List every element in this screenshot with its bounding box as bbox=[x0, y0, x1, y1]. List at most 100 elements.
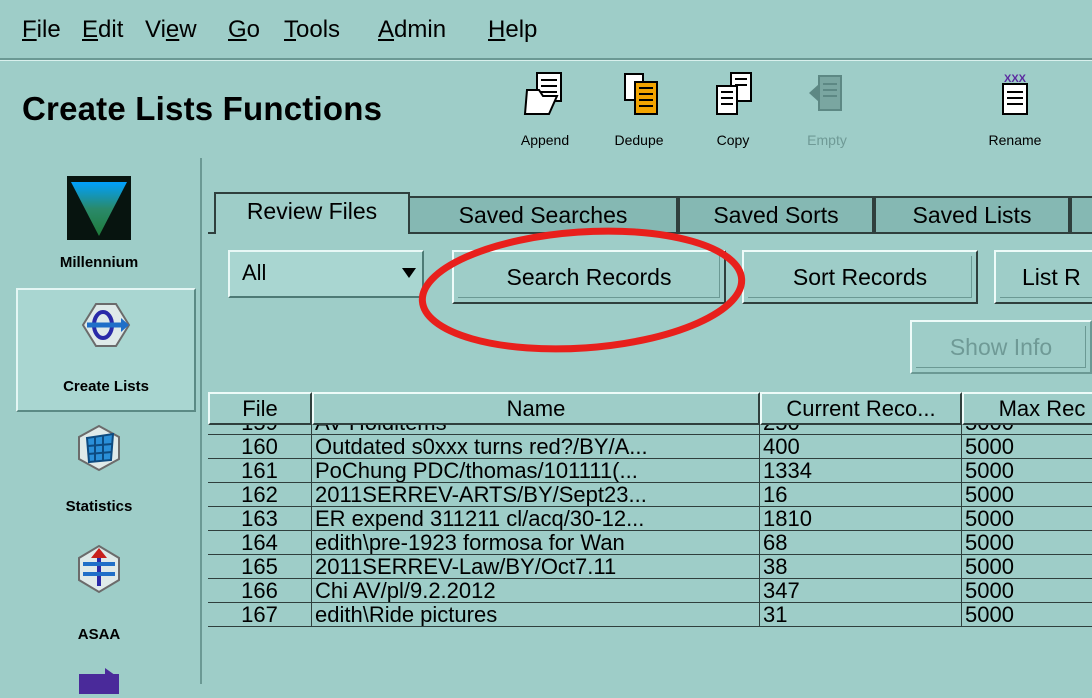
menu-tools[interactable]: Tools bbox=[284, 16, 340, 44]
dedupe-label: Dedupe bbox=[614, 132, 664, 148]
sidebar-item-millennium[interactable]: Millennium bbox=[0, 158, 198, 288]
table-row[interactable]: 159 AV Holditems 250 5000 bbox=[208, 425, 1092, 435]
name-cell: edith\Ride pictures bbox=[312, 603, 760, 627]
append-icon bbox=[523, 72, 562, 115]
name-cell: AV Holditems bbox=[312, 425, 760, 435]
sidebar-item-create-lists[interactable]: Create Lists bbox=[16, 288, 196, 412]
file-number-cell: 167 bbox=[208, 603, 312, 627]
column-header-name[interactable]: Name bbox=[312, 392, 760, 425]
table-row[interactable]: 167 edith\Ride pictures 31 5000 bbox=[208, 603, 1092, 627]
current-records-cell: 68 bbox=[760, 531, 962, 555]
name-cell: 2011SERREV-Law/BY/Oct7.11 bbox=[312, 555, 760, 579]
file-number-cell: 166 bbox=[208, 579, 312, 603]
current-records-cell: 250 bbox=[760, 425, 962, 435]
sort-records-button[interactable]: Sort Records bbox=[742, 250, 978, 304]
sidebar-label-create-lists: Create Lists bbox=[63, 378, 149, 395]
file-number-cell: 165 bbox=[208, 555, 312, 579]
rename-label: Rename bbox=[988, 132, 1042, 148]
table-row[interactable]: 161 PoChung PDC/thomas/101111(... 1334 5… bbox=[208, 459, 1092, 483]
current-records-cell: 31 bbox=[760, 603, 962, 627]
statistics-icon bbox=[78, 424, 120, 472]
name-cell: Outdated s0xxx turns red?/BY/A... bbox=[312, 435, 760, 459]
max-records-cell: 5000 bbox=[962, 555, 1092, 579]
table-row[interactable]: 162 2011SERREV-ARTS/BY/Sept23... 16 5000 bbox=[208, 483, 1092, 507]
name-cell: Chi AV/pl/9.2.2012 bbox=[312, 579, 760, 603]
max-records-cell: 5000 bbox=[962, 425, 1092, 435]
name-cell: PoChung PDC/thomas/101111(... bbox=[312, 459, 760, 483]
rename-button[interactable]: XXX Rename bbox=[970, 70, 1060, 156]
sidebar-label-statistics: Statistics bbox=[65, 498, 133, 515]
name-cell: edith\pre-1923 formosa for Wan bbox=[312, 531, 760, 555]
dedupe-icon bbox=[624, 73, 658, 115]
menu-edit[interactable]: Edit bbox=[82, 16, 123, 44]
svg-text:XXX: XXX bbox=[1004, 73, 1027, 85]
menu-bar: File Edit View Go Tools Admin Help bbox=[0, 0, 1092, 60]
empty-button: Empty bbox=[782, 70, 872, 156]
file-number-cell: 159 bbox=[208, 425, 312, 435]
rename-icon: XXX bbox=[1002, 73, 1028, 115]
menu-help[interactable]: Help bbox=[488, 16, 537, 44]
append-label: Append bbox=[520, 132, 570, 148]
current-records-cell: 16 bbox=[760, 483, 962, 507]
menu-view[interactable]: View bbox=[145, 16, 197, 44]
menu-separator bbox=[0, 58, 1092, 61]
file-number-cell: 160 bbox=[208, 435, 312, 459]
next-module-icon bbox=[79, 668, 119, 694]
empty-icon bbox=[809, 75, 842, 111]
name-cell: ER expend 311211 cl/acq/30-12... bbox=[312, 507, 760, 531]
sidebar-item-next[interactable] bbox=[0, 652, 198, 694]
menu-go[interactable]: Go bbox=[228, 16, 260, 44]
page-title: Create Lists Functions bbox=[22, 90, 383, 127]
file-filter-select[interactable]: All bbox=[228, 250, 424, 298]
millennium-logo-icon bbox=[67, 176, 131, 240]
table-row[interactable]: 163 ER expend 311211 cl/acq/30-12... 181… bbox=[208, 507, 1092, 531]
sidebar-item-statistics[interactable]: Statistics bbox=[0, 412, 198, 532]
column-header-max-records[interactable]: Max Rec bbox=[962, 392, 1092, 425]
file-number-cell: 164 bbox=[208, 531, 312, 555]
tab-review-files[interactable]: Review Files bbox=[214, 192, 410, 234]
table-row[interactable]: 165 2011SERREV-Law/BY/Oct7.11 38 5000 bbox=[208, 555, 1092, 579]
create-lists-icon bbox=[81, 303, 131, 347]
sidebar-item-asaa[interactable]: ASAA bbox=[0, 532, 198, 652]
max-records-cell: 5000 bbox=[962, 507, 1092, 531]
current-records-cell: 400 bbox=[760, 435, 962, 459]
empty-label: Empty bbox=[807, 132, 847, 148]
table-body: 159 AV Holditems 250 5000 160 Outdated s… bbox=[208, 425, 1092, 684]
table-row[interactable]: 166 Chi AV/pl/9.2.2012 347 5000 bbox=[208, 579, 1092, 603]
max-records-cell: 5000 bbox=[962, 483, 1092, 507]
sidebar: Millennium Create Lists Statistics ASAA bbox=[0, 158, 202, 694]
current-records-cell: 1334 bbox=[760, 459, 962, 483]
dedupe-button[interactable]: Dedupe bbox=[594, 70, 684, 156]
table-row[interactable]: 160 Outdated s0xxx turns red?/BY/A... 40… bbox=[208, 435, 1092, 459]
annotation-circle bbox=[418, 227, 746, 353]
file-number-cell: 162 bbox=[208, 483, 312, 507]
max-records-cell: 5000 bbox=[962, 531, 1092, 555]
copy-button[interactable]: Copy bbox=[688, 70, 778, 156]
max-records-cell: 5000 bbox=[962, 603, 1092, 627]
list-records-button[interactable]: List R bbox=[994, 250, 1092, 304]
asaa-icon bbox=[78, 544, 120, 594]
menu-admin[interactable]: Admin bbox=[378, 16, 446, 44]
copy-label: Copy bbox=[716, 132, 750, 148]
sidebar-label-millennium: Millennium bbox=[59, 254, 139, 271]
tab-overflow[interactable] bbox=[1070, 196, 1092, 234]
sidebar-label-asaa: ASAA bbox=[77, 626, 121, 643]
menu-file[interactable]: File bbox=[22, 16, 61, 44]
max-records-cell: 5000 bbox=[962, 579, 1092, 603]
copy-icon bbox=[716, 72, 752, 115]
file-number-cell: 161 bbox=[208, 459, 312, 483]
current-records-cell: 38 bbox=[760, 555, 962, 579]
table-row[interactable]: 164 edith\pre-1923 formosa for Wan 68 50… bbox=[208, 531, 1092, 555]
max-records-cell: 5000 bbox=[962, 435, 1092, 459]
current-records-cell: 1810 bbox=[760, 507, 962, 531]
file-filter-value: All bbox=[242, 260, 267, 285]
show-info-button: Show Info bbox=[910, 320, 1092, 374]
review-files-table: File Name Current Reco... Max Rec 159 AV… bbox=[208, 392, 1092, 684]
tab-saved-lists[interactable]: Saved Lists bbox=[874, 196, 1070, 234]
current-records-cell: 347 bbox=[760, 579, 962, 603]
column-header-current-records[interactable]: Current Reco... bbox=[760, 392, 962, 425]
name-cell: 2011SERREV-ARTS/BY/Sept23... bbox=[312, 483, 760, 507]
column-header-file[interactable]: File bbox=[208, 392, 312, 425]
append-button[interactable]: Append bbox=[500, 70, 590, 156]
max-records-cell: 5000 bbox=[962, 459, 1092, 483]
